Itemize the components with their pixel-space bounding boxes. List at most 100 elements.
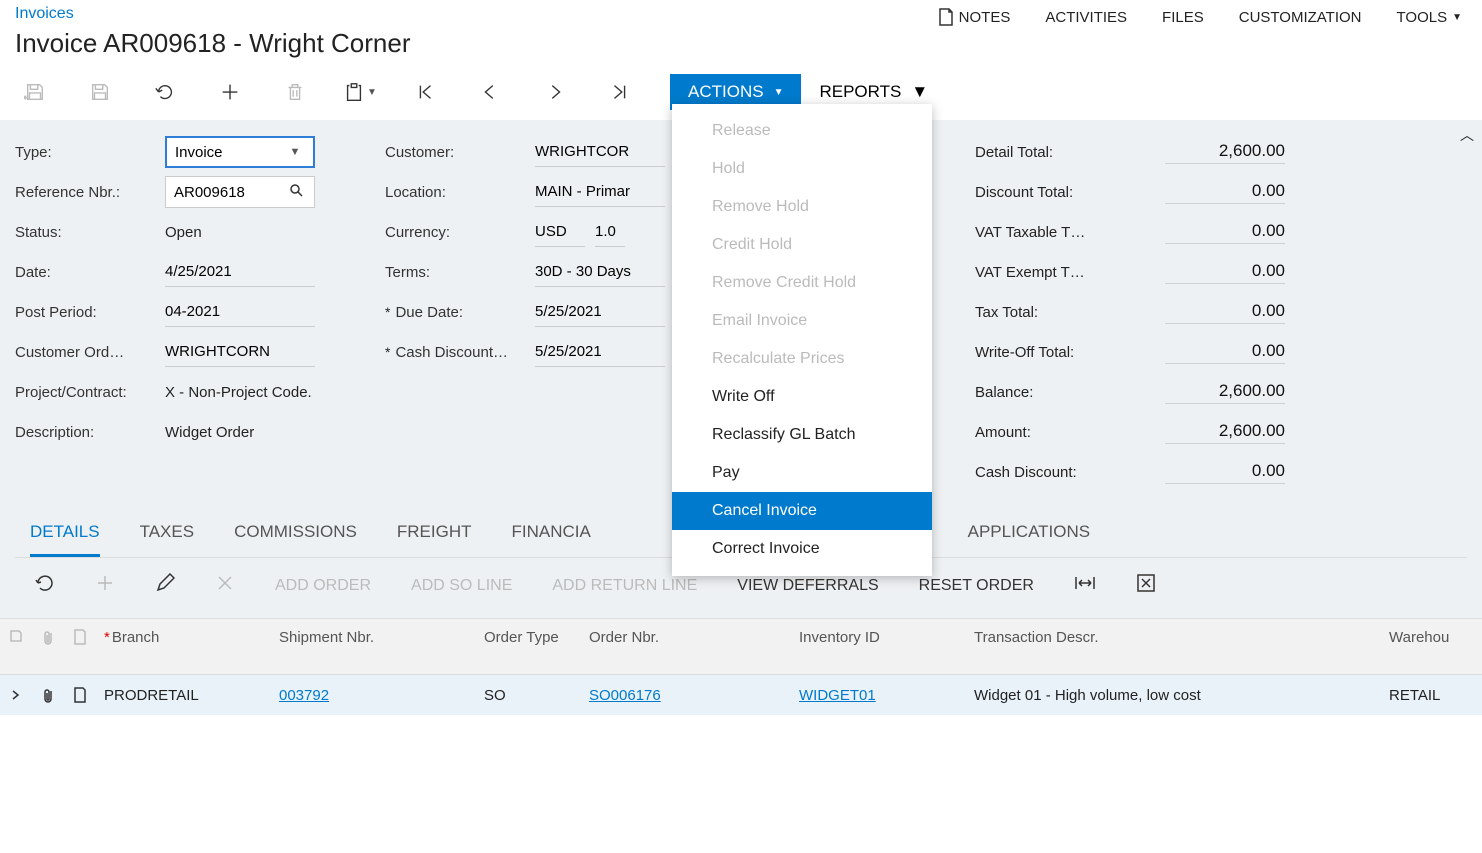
clipboard-button[interactable]: ▼ bbox=[335, 74, 385, 110]
tab-commissions[interactable]: COMMISSIONS bbox=[234, 522, 357, 557]
row-expand[interactable] bbox=[0, 679, 32, 711]
save-button[interactable] bbox=[75, 74, 125, 110]
action-pay[interactable]: Pay bbox=[672, 454, 932, 492]
reset-order-button[interactable]: RESET ORDER bbox=[914, 572, 1039, 600]
inventory-link[interactable]: WIDGET01 bbox=[799, 687, 876, 704]
delete-button[interactable] bbox=[270, 74, 320, 110]
notes-label: NOTES bbox=[959, 9, 1011, 26]
fit-columns-button[interactable] bbox=[1069, 569, 1101, 602]
action-reclassify-gl[interactable]: Reclassify GL Batch bbox=[672, 416, 932, 454]
tab-freight[interactable]: FREIGHT bbox=[397, 522, 472, 557]
currency-input[interactable] bbox=[535, 217, 585, 247]
terms-input[interactable] bbox=[535, 257, 665, 287]
col-attachment bbox=[32, 619, 64, 674]
col-ordertype[interactable]: Order Type bbox=[476, 619, 581, 674]
cell-inventory[interactable]: WIDGET01 bbox=[791, 677, 966, 714]
notes-button[interactable]: NOTES bbox=[938, 8, 1011, 26]
project-value: X - Non-Project Code. bbox=[165, 384, 312, 401]
duedate-input[interactable] bbox=[535, 297, 665, 327]
cell-ordertype[interactable]: SO bbox=[476, 677, 581, 714]
value-amount: 2,600.00 bbox=[1165, 421, 1285, 444]
grid-edit-button[interactable] bbox=[150, 568, 180, 603]
last-button[interactable] bbox=[595, 74, 645, 110]
grid-delete-button[interactable] bbox=[210, 568, 240, 603]
row-attachment[interactable] bbox=[32, 677, 64, 713]
order-link[interactable]: SO006176 bbox=[589, 687, 661, 704]
action-correct-invoice[interactable]: Correct Invoice bbox=[672, 530, 932, 568]
search-icon[interactable] bbox=[286, 183, 306, 201]
label-date: Date: bbox=[15, 264, 165, 281]
next-button[interactable] bbox=[530, 74, 580, 110]
tab-details[interactable]: DETAILS bbox=[30, 522, 100, 557]
cell-shipment[interactable]: 003792 bbox=[271, 677, 476, 714]
table-row[interactable]: PRODRETAIL 003792 SO SO006176 WIDGET01 W… bbox=[0, 675, 1482, 715]
location-input[interactable] bbox=[535, 177, 665, 207]
type-input[interactable] bbox=[175, 144, 285, 161]
col-branch[interactable]: *Branch bbox=[96, 619, 271, 674]
activities-button[interactable]: ACTIVITIES bbox=[1045, 8, 1127, 26]
note-icon bbox=[73, 687, 87, 703]
chevron-down-icon: ▼ bbox=[774, 87, 784, 98]
action-write-off[interactable]: Write Off bbox=[672, 378, 932, 416]
prev-button[interactable] bbox=[465, 74, 515, 110]
action-recalculate-prices: Recalculate Prices bbox=[672, 340, 932, 378]
undo-button[interactable] bbox=[140, 74, 190, 110]
tab-financial[interactable]: FINANCIA bbox=[511, 522, 590, 557]
label-detailtotal: Detail Total: bbox=[975, 144, 1053, 161]
files-button[interactable]: FILES bbox=[1162, 8, 1204, 26]
shipment-link[interactable]: 003792 bbox=[279, 687, 329, 704]
action-cancel-invoice[interactable]: Cancel Invoice bbox=[672, 492, 932, 530]
refnbr-input[interactable] bbox=[174, 184, 286, 201]
cell-ordernbr[interactable]: SO006176 bbox=[581, 677, 791, 714]
label-project: Project/Contract: bbox=[15, 384, 165, 401]
files-label: FILES bbox=[1162, 9, 1204, 26]
fit-icon bbox=[1074, 574, 1096, 592]
custord-input[interactable] bbox=[165, 337, 315, 367]
value-discounttotal: 0.00 bbox=[1165, 181, 1285, 204]
date-input[interactable] bbox=[165, 257, 315, 287]
col-ordernbr[interactable]: Order Nbr. bbox=[581, 619, 791, 674]
col-transdescr[interactable]: Transaction Descr. bbox=[966, 619, 1381, 674]
postperiod-input[interactable] bbox=[165, 297, 315, 327]
label-custord: Customer Ord… bbox=[15, 344, 165, 361]
actions-dropdown: Release Hold Remove Hold Credit Hold Rem… bbox=[672, 104, 932, 576]
first-button[interactable] bbox=[400, 74, 450, 110]
tab-taxes[interactable]: TAXES bbox=[140, 522, 194, 557]
chevron-down-icon[interactable]: ▼ bbox=[285, 146, 305, 158]
add-so-line-button[interactable]: ADD SO LINE bbox=[406, 572, 517, 600]
add-button[interactable] bbox=[205, 74, 255, 110]
customer-input[interactable] bbox=[535, 137, 665, 167]
tools-button[interactable]: TOOLS ▼ bbox=[1397, 8, 1462, 26]
add-order-button[interactable]: ADD ORDER bbox=[270, 572, 376, 600]
customization-button[interactable]: CUSTOMIZATION bbox=[1239, 8, 1362, 26]
cashdiscount-input[interactable] bbox=[535, 337, 665, 367]
cell-transdescr[interactable]: Widget 01 - High volume, low cost bbox=[966, 677, 1381, 714]
col-branch-label: Branch bbox=[112, 629, 160, 646]
col-warehouse[interactable]: Warehou bbox=[1381, 619, 1481, 674]
value-detailtotal: 2,600.00 bbox=[1165, 141, 1285, 164]
tab-applications[interactable]: APPLICATIONS bbox=[968, 522, 1091, 557]
first-icon bbox=[414, 81, 436, 103]
col-save bbox=[0, 619, 32, 674]
currency-rate-input[interactable] bbox=[595, 217, 625, 247]
note-icon bbox=[73, 629, 87, 645]
cell-warehouse[interactable]: RETAIL bbox=[1381, 677, 1481, 714]
action-release: Release bbox=[672, 112, 932, 150]
export-button[interactable] bbox=[1131, 568, 1161, 603]
breadcrumb-link[interactable]: Invoices bbox=[10, 0, 938, 23]
grid-add-button[interactable] bbox=[90, 568, 120, 603]
chevron-right-icon bbox=[10, 689, 22, 701]
row-note[interactable] bbox=[64, 677, 96, 713]
col-inventory[interactable]: Inventory ID bbox=[791, 619, 966, 674]
label-discounttotal: Discount Total: bbox=[975, 184, 1073, 201]
chevron-down-icon: ▼ bbox=[911, 82, 928, 102]
collapse-button[interactable]: ︿ bbox=[1460, 125, 1474, 145]
col-note bbox=[64, 619, 96, 674]
cell-branch[interactable]: PRODRETAIL bbox=[96, 677, 271, 714]
save-close-button[interactable] bbox=[10, 74, 60, 110]
col-shipment[interactable]: Shipment Nbr. bbox=[271, 619, 476, 674]
label-currency: Currency: bbox=[385, 224, 535, 241]
label-postperiod: Post Period: bbox=[15, 304, 165, 321]
refresh-button[interactable] bbox=[30, 568, 60, 603]
paperclip-icon bbox=[41, 687, 55, 703]
